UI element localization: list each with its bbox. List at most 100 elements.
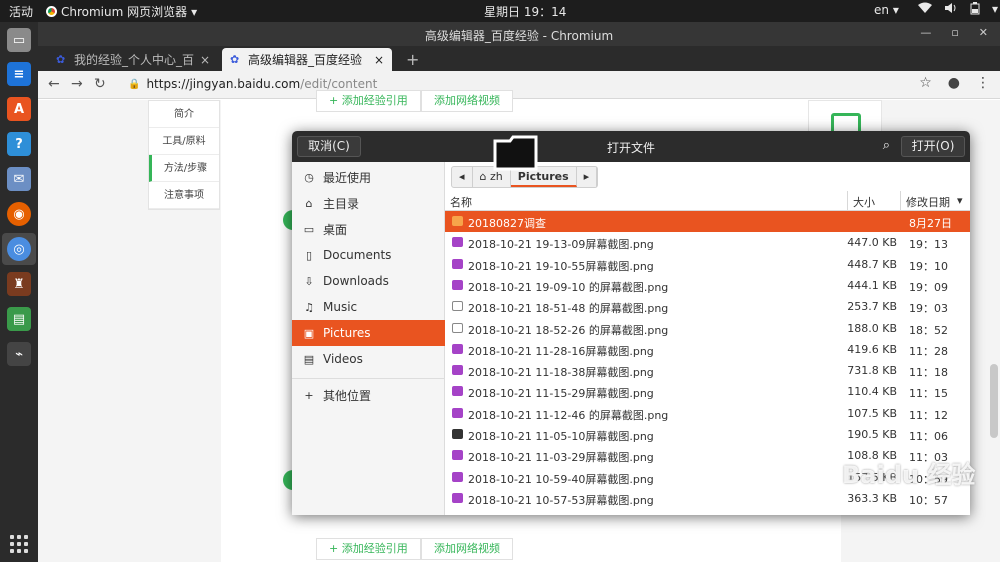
place-desktop[interactable]: ▭ 桌面	[292, 216, 445, 242]
back-icon[interactable]: ←	[48, 76, 60, 92]
file-row[interactable]: 2018-10-21 11-28-16屏幕截图.png 419.6 KB 11：28	[445, 339, 970, 360]
file-name: 2018-10-21 11-18-38屏幕截图.png	[468, 366, 654, 380]
place-music[interactable]: ♫ Music	[292, 294, 445, 320]
scrollbar-thumb[interactable]	[990, 364, 998, 438]
clock[interactable]: 星期日 19：14	[484, 3, 566, 20]
file-row[interactable]: 2018-10-21 19-09-10 的屏幕截图.png 444.1 KB 19：…	[445, 275, 970, 296]
file-row[interactable]: 2018-10-21 11-12-46 的屏幕截图.png 107.5 KB 11：…	[445, 403, 970, 424]
file-row[interactable]: 2018-10-21 11-05-10屏幕截图.png 190.5 KB 11：06	[445, 424, 970, 445]
place-documents[interactable]: ▯ Documents	[292, 242, 445, 268]
file-row[interactable]: 2018-10-21 11-18-38屏幕截图.png 731.8 KB 11：18	[445, 360, 970, 381]
sort-icon: ▾	[957, 194, 963, 207]
image-file-icon	[452, 471, 463, 482]
place-home[interactable]: ⌂ 主目录	[292, 190, 445, 216]
file-row[interactable]: 2018-10-21 10-57-53屏幕截图.png 363.3 KB 10：57	[445, 488, 970, 509]
star-icon[interactable]: ☆	[919, 75, 932, 91]
file-modified: 11：06	[909, 430, 948, 443]
chromium-icon	[46, 6, 57, 17]
file-name: 2018-10-21 11-15-29屏幕截图.png	[468, 387, 654, 401]
add-experience-ref-button-top[interactable]: + 添加经验引用	[316, 90, 421, 112]
power-menu-icon: ▾	[992, 2, 999, 16]
dock: ▭ ≡ A ? ✉ ◉ ◎ ♜ ▤ ⌁	[0, 22, 38, 562]
file-modified: 11：15	[909, 387, 948, 401]
file-name: 2018-10-21 11-28-16屏幕截图.png	[468, 344, 654, 358]
image-file-icon	[452, 450, 463, 461]
help-icon[interactable]: ?	[7, 132, 31, 156]
search-icon[interactable]: ⌕	[883, 138, 890, 153]
column-modified[interactable]: 修改日期	[906, 194, 950, 210]
account-icon[interactable]: ●	[948, 75, 960, 91]
image-file-icon	[452, 301, 463, 312]
close-icon[interactable]: ×	[374, 53, 384, 67]
minimize-icon[interactable]: —	[920, 26, 931, 39]
scanner-icon[interactable]: ⌁	[7, 342, 31, 366]
step-item-notes[interactable]: 注意事项	[149, 182, 219, 209]
browser-toolbar: ← → ↻ 🔒 https://jingyan.baidu.com/edit/c…	[38, 71, 1000, 99]
place-label: 桌面	[323, 222, 348, 237]
app-menu[interactable]: Chromium 网页浏览器 ▾	[46, 3, 197, 20]
place-label: 主目录	[323, 196, 360, 211]
place-pictures[interactable]: ▣ Pictures	[292, 320, 445, 346]
close-icon[interactable]: ×	[200, 53, 210, 67]
place-label: 最近使用	[323, 170, 372, 185]
wine-icon[interactable]: ♜	[7, 272, 31, 296]
place-downloads[interactable]: ⇩ Downloads	[292, 268, 445, 294]
add-video-button[interactable]: 添加网络视频	[421, 538, 513, 560]
input-language-label: en	[874, 3, 889, 17]
dialog-title: 打开文件	[606, 141, 655, 155]
video-icon: ▤	[303, 352, 315, 366]
page-scrollbar[interactable]	[990, 100, 998, 562]
mail-icon[interactable]: ✉	[7, 167, 31, 191]
tab-advanced-editor[interactable]: ✿ 高级编辑器_百度经验 ×	[222, 48, 392, 71]
reload-icon[interactable]: ↻	[94, 76, 106, 92]
chromium-icon[interactable]: ◎	[7, 237, 31, 261]
activities-button[interactable]: 活动	[9, 3, 33, 20]
place-other-locations[interactable]: + 其他位置	[292, 382, 445, 408]
add-video-button-top[interactable]: 添加网络视频	[421, 90, 513, 112]
file-size: 731.8 KB	[847, 364, 897, 378]
system-monitor-icon[interactable]: ▤	[7, 307, 31, 331]
close-icon[interactable]: ✕	[979, 26, 988, 39]
path-back-icon[interactable]: ◂	[452, 167, 473, 187]
step-item-tools[interactable]: 工具/原料	[149, 128, 219, 155]
column-divider	[900, 191, 901, 211]
add-experience-ref-button[interactable]: + 添加经验引用	[316, 538, 421, 560]
input-language[interactable]: en ▾	[874, 3, 899, 17]
column-size[interactable]: 大小	[853, 194, 875, 210]
url-path: /edit/content	[300, 77, 378, 91]
column-name[interactable]: 名称	[450, 194, 472, 210]
place-label: Videos	[323, 352, 363, 366]
firefox-icon[interactable]: ◉	[7, 202, 31, 226]
file-name: 2018-10-21 19-09-10 的屏幕截图.png	[468, 280, 669, 294]
new-tab-button[interactable]: +	[406, 50, 419, 69]
music-icon: ♫	[304, 300, 314, 314]
path-forward-icon[interactable]: ▸	[577, 167, 598, 187]
address-bar[interactable]: 🔒 https://jingyan.baidu.com/edit/content	[128, 77, 377, 91]
maximize-icon[interactable]: ▫	[951, 26, 958, 39]
forward-icon[interactable]: →	[71, 76, 83, 92]
software-icon[interactable]: A	[7, 97, 31, 121]
system-tray[interactable]: ▾	[918, 2, 998, 18]
home-icon: ⌂	[305, 196, 313, 210]
place-videos[interactable]: ▤ Videos	[292, 346, 445, 372]
wifi-icon	[918, 2, 932, 18]
file-row[interactable]: 2018-10-21 11-15-29屏幕截图.png 110.4 KB 11：15	[445, 381, 970, 402]
open-button[interactable]: 打开(O)	[901, 136, 965, 157]
step-item-intro[interactable]: 简介	[149, 101, 219, 128]
file-row[interactable]: 2018-10-21 19-13-09屏幕截图.png 447.0 KB 19：13	[445, 232, 970, 253]
menu-icon[interactable]: ⋮	[976, 75, 990, 91]
show-applications-icon[interactable]	[10, 535, 28, 553]
folder-row[interactable]: 20180827调查 8月27日	[445, 211, 970, 232]
place-recent[interactable]: ◷ 最近使用	[292, 164, 445, 190]
file-row[interactable]: 2018-10-21 19-10-55屏幕截图.png 448.7 KB 19：10	[445, 254, 970, 275]
files-icon[interactable]: ▭	[7, 28, 31, 52]
tab-my-experience[interactable]: ✿ 我的经验_个人中心_百度经 ×	[48, 48, 218, 71]
desktop-icon: ▭	[303, 222, 315, 236]
step-item-method[interactable]: 方法/步骤	[149, 155, 219, 182]
url-host: https://jingyan.baidu.com	[146, 77, 301, 91]
chevron-down-icon: ▾	[191, 4, 198, 19]
column-divider	[847, 191, 848, 211]
file-row[interactable]: 2018-10-21 18-51-48 的屏幕截图.png 253.7 KB 19：…	[445, 296, 970, 317]
writer-icon[interactable]: ≡	[7, 62, 31, 86]
file-row[interactable]: 2018-10-21 18-52-26 的屏幕截图.png 188.0 KB 18：…	[445, 318, 970, 339]
